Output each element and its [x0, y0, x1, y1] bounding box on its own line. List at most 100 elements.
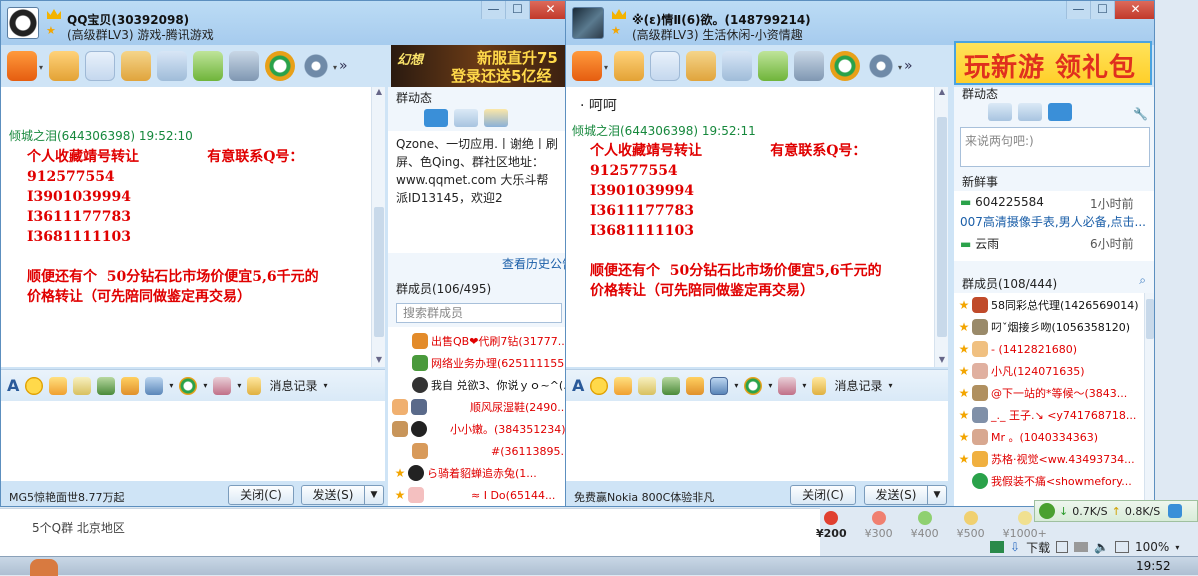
group-avatar[interactable]: [7, 7, 39, 39]
cards-icon[interactable]: [157, 51, 187, 81]
history-icon[interactable]: [812, 376, 827, 395]
speaker-tab-icon[interactable]: [988, 103, 1012, 121]
member-row[interactable]: ★ ら骑着貂蝉追赤兔(1...: [392, 463, 537, 483]
zoom-level[interactable]: 100%: [1135, 540, 1169, 554]
chat-history[interactable]: · 呵呵 倾城之泪(644306398) 19:52:11 个人收藏靖号转让 有…: [566, 87, 948, 367]
download-icon[interactable]: ⇩: [1010, 540, 1020, 554]
chevron-down-icon[interactable]: ▾: [237, 381, 241, 390]
font-icon[interactable]: A: [572, 376, 584, 395]
close-button[interactable]: 关闭(C): [228, 485, 294, 505]
screen-icon[interactable]: [121, 51, 151, 81]
ad-text-link[interactable]: 免费赢Nokia 800C体验非凡: [574, 489, 714, 505]
screenshot-icon[interactable]: [145, 376, 164, 395]
message-input[interactable]: [566, 401, 948, 481]
member-row[interactable]: ★ 58同彩总代理(1426569014): [956, 295, 1139, 315]
scroll-up-icon[interactable]: ▲: [372, 87, 385, 99]
chevron-down-icon[interactable]: ▾: [888, 381, 892, 390]
folder-icon[interactable]: [49, 51, 79, 81]
settings-icon[interactable]: ▾: [866, 51, 902, 81]
member-row[interactable]: ★我假装不痛<showmefory...: [956, 471, 1132, 491]
send-options-icon[interactable]: ▼: [927, 485, 947, 505]
member-row[interactable]: ★ @下一站的*等候～(3843...: [956, 383, 1127, 403]
shake-icon[interactable]: [778, 376, 797, 395]
close-window-button[interactable]: ✕: [529, 1, 565, 19]
speaker-icon[interactable]: 🔈: [1094, 540, 1109, 554]
chevron-down-icon[interactable]: ▾: [768, 381, 772, 390]
scroll-down-icon[interactable]: ▼: [935, 355, 948, 367]
announcement-tab-icon[interactable]: [424, 109, 448, 127]
network-speed-widget[interactable]: ↓ 0.7K/S ↑ 0.8K/S: [1034, 500, 1198, 522]
news-list[interactable]: ▬ 604225584 1小时前 007高清摄像手表,男人必备,点击... ▬ …: [954, 191, 1154, 261]
home-icon[interactable]: ▾: [572, 51, 608, 81]
s-icon[interactable]: [265, 51, 295, 81]
message-input[interactable]: [1, 401, 385, 481]
settings-icon[interactable]: ▾: [301, 51, 337, 81]
screenshot-icon[interactable]: [710, 376, 729, 395]
game-ad-banner[interactable]: 幻想 新服直升75 登录还送5亿经: [391, 45, 565, 87]
member-row[interactable]: #(36113895...: [412, 441, 565, 461]
document-icon[interactable]: [85, 51, 115, 81]
member-row[interactable]: ★ 苏格·视觉<ww.43493734...: [956, 449, 1135, 469]
close-window-button[interactable]: ✕: [1114, 1, 1154, 19]
member-row[interactable]: ★ _._ 王子.↘ <y741768718...: [956, 405, 1136, 425]
member-row[interactable]: 网络业务办理(625111155): [412, 353, 565, 373]
cards-icon[interactable]: [722, 51, 752, 81]
zoom-icon[interactable]: [1115, 541, 1130, 553]
magic-emoji-icon[interactable]: [614, 376, 633, 395]
say-something-input[interactable]: 来说两句吧:): [960, 127, 1150, 167]
chevron-down-icon[interactable]: ▾: [169, 381, 173, 390]
gift-item[interactable]: ¥400: [911, 511, 939, 540]
list-tab-icon[interactable]: [484, 109, 508, 127]
music-icon[interactable]: [686, 376, 705, 395]
ad-text-link[interactable]: MG5惊艳面世8.77万起: [9, 489, 125, 505]
chat-history[interactable]: 倾城之泪(644306398) 19:52:10 个人收藏靖号转让 有意联系Q号…: [1, 87, 385, 367]
list-tab-icon[interactable]: [1048, 103, 1072, 121]
member-row[interactable]: 出售QB❤代刷7钻(31777...: [412, 331, 565, 351]
taskbar-app-icon[interactable]: [30, 559, 58, 576]
add-app-icon[interactable]: [758, 51, 788, 81]
history-icon[interactable]: [247, 376, 262, 395]
gift-item[interactable]: ¥200: [816, 511, 847, 540]
game-gift-banner[interactable]: 玩新游 领礼包: [954, 41, 1152, 85]
member-row[interactable]: ★ ≈ I Do(65144...: [392, 485, 555, 505]
gift-item[interactable]: ¥500: [957, 511, 985, 540]
screen-icon[interactable]: [686, 51, 716, 81]
member-search-input[interactable]: 搜索群成员: [396, 303, 562, 323]
send-button[interactable]: 发送(S): [864, 485, 928, 505]
title-bar[interactable]: ★ QQ宝贝(30392098) (高级群LV3) 游戏-腾讯游戏 — ☐ ✕: [1, 1, 565, 45]
page-icon[interactable]: [990, 541, 1004, 553]
magic-emoji-icon[interactable]: [49, 376, 68, 395]
title-bar[interactable]: ★ ※(ε)情Ⅱ(6)欲。(148799214) (高级群LV3) 生活休闲-小…: [566, 1, 1154, 45]
member-row[interactable]: ★ 叼ˇ烟接彡吻(1056358120): [956, 317, 1130, 337]
close-button[interactable]: 关闭(C): [790, 485, 856, 505]
chevron-down-icon[interactable]: ▾: [203, 381, 207, 390]
emoji-icon[interactable]: [25, 376, 44, 395]
capture-icon[interactable]: [1074, 542, 1089, 552]
send-options-icon[interactable]: ▼: [364, 485, 384, 505]
member-list[interactable]: 出售QB❤代刷7钻(31777... 网络业务办理(625111155) 我自 …: [388, 327, 565, 506]
search-icon[interactable]: ⌕: [1139, 273, 1146, 288]
message-history-button[interactable]: 消息记录: [269, 377, 317, 394]
scroll-thumb[interactable]: [374, 207, 384, 337]
chevron-down-icon[interactable]: ▾: [323, 381, 327, 390]
chevron-down-icon[interactable]: ▾: [802, 381, 806, 390]
wrench-icon[interactable]: 🔧: [1133, 107, 1148, 121]
news-item[interactable]: ▬ 604225584: [960, 195, 1044, 209]
tools-icon[interactable]: [794, 51, 824, 81]
scroll-up-icon[interactable]: ▲: [935, 87, 948, 99]
member-row[interactable]: ★ 小凡(124071635): [956, 361, 1085, 381]
news-item[interactable]: ▬ 云雨: [960, 235, 999, 252]
photo-tab-icon[interactable]: [1018, 103, 1042, 121]
s-small-icon[interactable]: [744, 376, 763, 395]
minimize-button[interactable]: —: [1066, 1, 1090, 19]
scroll-down-icon[interactable]: ▼: [372, 355, 385, 367]
member-row[interactable]: ★ Mr 。(1040334363): [956, 427, 1098, 447]
home-icon[interactable]: ▾: [7, 51, 43, 81]
download-label[interactable]: 下载: [1026, 539, 1050, 556]
chat-scrollbar[interactable]: ▲ ▼: [934, 87, 948, 367]
member-row[interactable]: 小小嫩。(384351234): [392, 419, 565, 439]
maximize-button[interactable]: ☐: [505, 1, 529, 19]
minimize-button[interactable]: —: [481, 1, 505, 19]
maximize-button[interactable]: ☐: [1090, 1, 1114, 19]
send-button[interactable]: 发送(S): [301, 485, 365, 505]
